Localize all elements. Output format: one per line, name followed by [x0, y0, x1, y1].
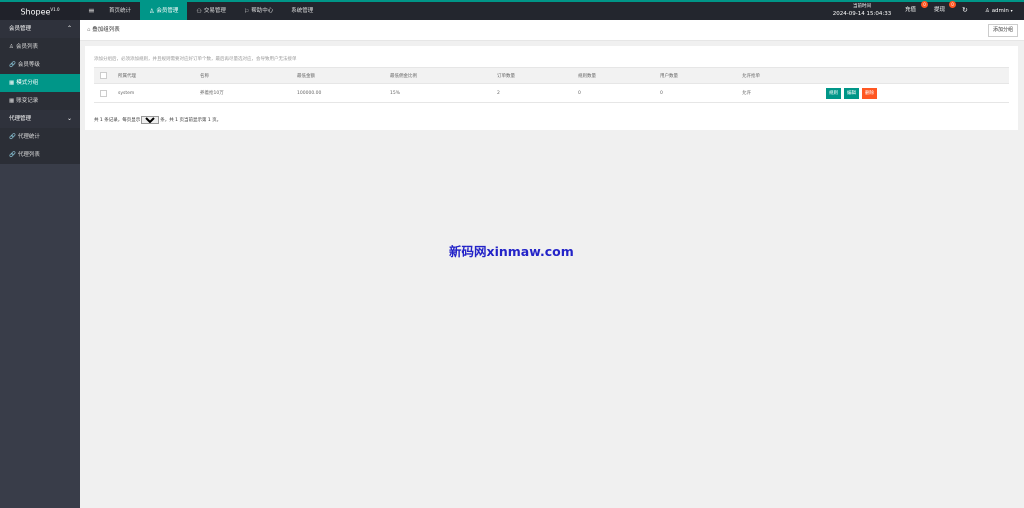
- breadcrumb: ⌂ 叠加组列表: [87, 27, 120, 33]
- cell-name: 养着抢10万: [200, 83, 297, 103]
- sidebar-item-agent-stats[interactable]: 🔗 代理统计: [0, 128, 80, 146]
- pager-prefix: 共 1 条记录，每页显示: [94, 118, 141, 123]
- col-actions: [826, 67, 1009, 84]
- delete-button[interactable]: 删除: [862, 87, 877, 99]
- add-group-button[interactable]: 添加分组: [987, 24, 1018, 37]
- breadcrumb-bar: ⌂ 叠加组列表 添加分组: [80, 20, 1024, 41]
- sidebar-item-agent-list[interactable]: 🔗 代理列表: [0, 146, 80, 164]
- chevron-down-icon: ⌄: [66, 115, 72, 122]
- nav-home-stats[interactable]: 首页统计: [100, 2, 140, 20]
- table-icon: ▦: [9, 98, 15, 104]
- select-all-checkbox[interactable]: [100, 72, 107, 79]
- sidebar-item-mode-group[interactable]: ▦ 模式分组: [0, 74, 80, 92]
- help-note: 添加分组后，必须添加规则，并且规则需要对应好订单个数，最后再尽量选对应，会导致用…: [94, 57, 297, 62]
- pager-suffix: 条，共 1 页当前显示第 1 页。: [160, 118, 222, 123]
- edit-button[interactable]: 编辑: [844, 87, 859, 99]
- group-table: 所属代理 名称 最低金额 最低佣金比例 订单数量 规则数量 用户数量 允许抢单 …: [94, 67, 1009, 103]
- col-users: 用户数量: [660, 67, 742, 84]
- col-orders: 订单数量: [497, 67, 578, 84]
- cell-actions: 规则 编辑 删除: [826, 83, 1009, 103]
- col-name: 名称: [200, 67, 297, 84]
- nav-member-management[interactable]: ♙ 会员管理: [140, 2, 188, 20]
- refresh-icon[interactable]: ↻: [962, 2, 968, 20]
- col-rules: 规则数量: [578, 67, 660, 84]
- sidebar-item-balance-log[interactable]: ▦ 账变记录: [0, 92, 80, 110]
- col-agent: 所属代理: [118, 67, 200, 84]
- page-size-select[interactable]: 20: [141, 116, 160, 124]
- cell-min-commission: 15%: [390, 83, 497, 103]
- sidebar-group-members[interactable]: 会员管理 ⌃: [0, 20, 80, 38]
- group-list-card: 添加分组后，必须添加规则，并且规则需要对应好订单个数，最后再尽量选对应，会导致用…: [85, 46, 1018, 130]
- cell-users: 0: [660, 83, 742, 103]
- nav-trade-management[interactable]: ⚇ 交易管理: [187, 2, 234, 20]
- top-nav: 首页统计 ♙ 会员管理 ⚇ 交易管理 ⚐ 帮助中心 系统管理: [100, 2, 322, 20]
- sidebar: 会员管理 ⌃ ♙ 会员列表 🔗 会员等级 ▦ 模式分组 ▦ 账变记录 代理管理 ⌄ 🔗 代…: [0, 20, 80, 508]
- table-header-row: 所属代理 名称 最低金额 最低佣金比例 订单数量 规则数量 用户数量 允许抢单: [94, 67, 1009, 84]
- nav-help-center[interactable]: ⚐ 帮助中心: [235, 2, 282, 20]
- user-icon: ♙: [985, 8, 990, 14]
- select-all-cell: [94, 67, 118, 84]
- pagination: 共 1 条记录，每页显示 20 条，共 1 页当前显示第 1 页。: [94, 116, 221, 124]
- sidebar-item-member-list[interactable]: ♙ 会员列表: [0, 38, 80, 56]
- sidebar-item-member-level[interactable]: 🔗 会员等级: [0, 56, 80, 74]
- user-menu[interactable]: ♙ admin ▾: [985, 2, 1013, 20]
- flag-icon: ⚐: [243, 7, 250, 15]
- recharge-badge: 0: [921, 1, 928, 8]
- withdraw-badge: 0: [949, 1, 956, 8]
- rules-button[interactable]: 规则: [826, 87, 841, 99]
- app-logo: ShopeeV1.0: [0, 2, 80, 20]
- table-row: system 养着抢10万 100000.00 15% 2 0 0 允许 规则编…: [94, 83, 1009, 103]
- chevron-up-icon: ⌃: [66, 25, 72, 32]
- chevron-down-icon: ▾: [1010, 8, 1013, 13]
- user-icon: ♙: [9, 44, 14, 50]
- home-icon: ⌂: [87, 27, 91, 33]
- cell-min-amount: 100000.00: [297, 83, 390, 103]
- withdraw-link[interactable]: 提现 0: [934, 1, 956, 20]
- cell-allow: 允许: [742, 83, 826, 103]
- user-icon: ♙: [149, 7, 155, 15]
- cell-rules: 0: [578, 83, 660, 103]
- link-icon: 🔗: [9, 62, 16, 68]
- col-allow: 允许抢单: [742, 67, 826, 84]
- recharge-link[interactable]: 充值 0: [905, 1, 928, 20]
- col-min-amount: 最低金额: [297, 67, 390, 84]
- money-icon: ⚇: [196, 7, 202, 15]
- cell-agent: system: [118, 83, 200, 103]
- row-checkbox[interactable]: [100, 89, 107, 97]
- cell-orders: 2: [497, 83, 578, 103]
- table-icon: ▦: [9, 80, 15, 86]
- nav-system-management[interactable]: 系统管理: [282, 2, 322, 20]
- top-header: ShopeeV1.0 ≡ 首页统计 ♙ 会员管理 ⚇ 交易管理 ⚐ 帮助中心 系统管理…: [0, 0, 1024, 20]
- menu-toggle-icon[interactable]: ≡: [88, 2, 95, 20]
- sidebar-group-agents[interactable]: 代理管理 ⌄: [0, 110, 80, 128]
- link-icon: 🔗: [9, 134, 16, 140]
- col-min-commission: 最低佣金比例: [390, 67, 497, 84]
- link-icon: 🔗: [9, 152, 16, 158]
- main-content: ⌂ 叠加组列表 添加分组 添加分组后，必须添加规则，并且规则需要对应好订单个数，…: [80, 20, 1024, 508]
- row-select-cell: [94, 83, 118, 103]
- current-time: 当前时间 2024-09-14 15:04:33: [832, 4, 892, 17]
- watermark-text: 新码网xinmaw.com: [449, 244, 574, 259]
